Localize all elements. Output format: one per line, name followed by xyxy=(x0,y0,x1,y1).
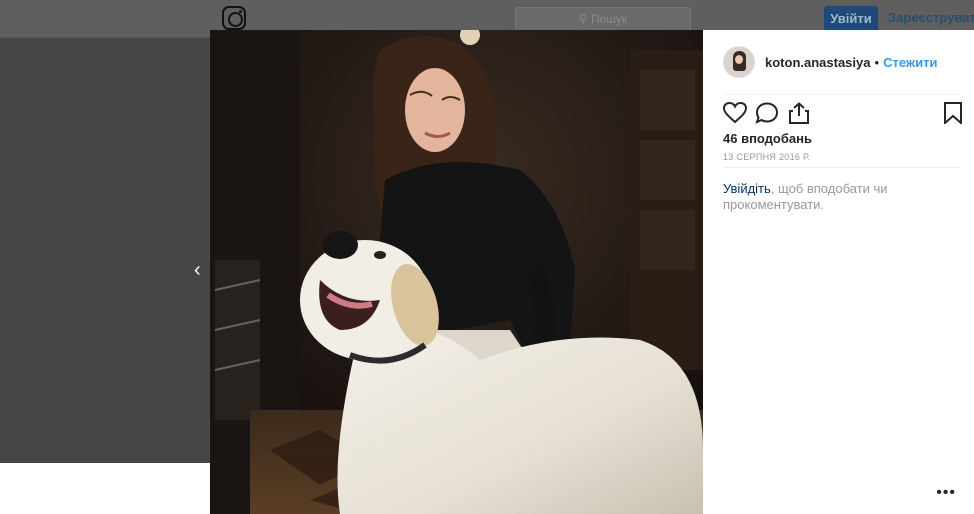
search-input[interactable]: ⚲ Пошук xyxy=(515,7,691,31)
post-photo xyxy=(210,30,703,514)
instagram-logo-icon[interactable] xyxy=(222,6,246,30)
follow-button[interactable]: Стежити xyxy=(883,55,937,70)
search-icon: ⚲ xyxy=(578,12,591,26)
share-icon[interactable] xyxy=(787,102,811,124)
post-actions xyxy=(723,102,962,124)
comment-icon[interactable] xyxy=(755,102,779,124)
divider xyxy=(723,167,960,168)
bookmark-icon[interactable] xyxy=(941,102,965,124)
post-author: koton.anastasiya • Стежити xyxy=(723,46,937,78)
login-button[interactable]: Увійти xyxy=(824,6,878,32)
login-prompt: Увійдіть, щоб вподобати чи прокоментуват… xyxy=(723,181,923,213)
separator-dot: • xyxy=(874,54,880,70)
post-date: 13 СЕРПНЯ 2016 Р. xyxy=(723,152,811,162)
divider xyxy=(723,94,960,95)
login-link[interactable]: Увійдіть xyxy=(723,181,771,196)
signup-link[interactable]: Зареєструватися xyxy=(888,10,974,25)
search-placeholder: Пошук xyxy=(590,12,628,26)
likes-count[interactable]: 46 вподобань xyxy=(723,131,812,146)
heart-icon[interactable] xyxy=(723,102,747,124)
more-icon[interactable]: ••• xyxy=(936,484,956,502)
author-username[interactable]: koton.anastasiya xyxy=(765,55,871,70)
post-details-panel: koton.anastasiya • Стежити 46 вподобань … xyxy=(703,30,974,514)
chevron-left-icon[interactable]: ‹ xyxy=(194,260,210,280)
avatar[interactable] xyxy=(723,46,755,78)
